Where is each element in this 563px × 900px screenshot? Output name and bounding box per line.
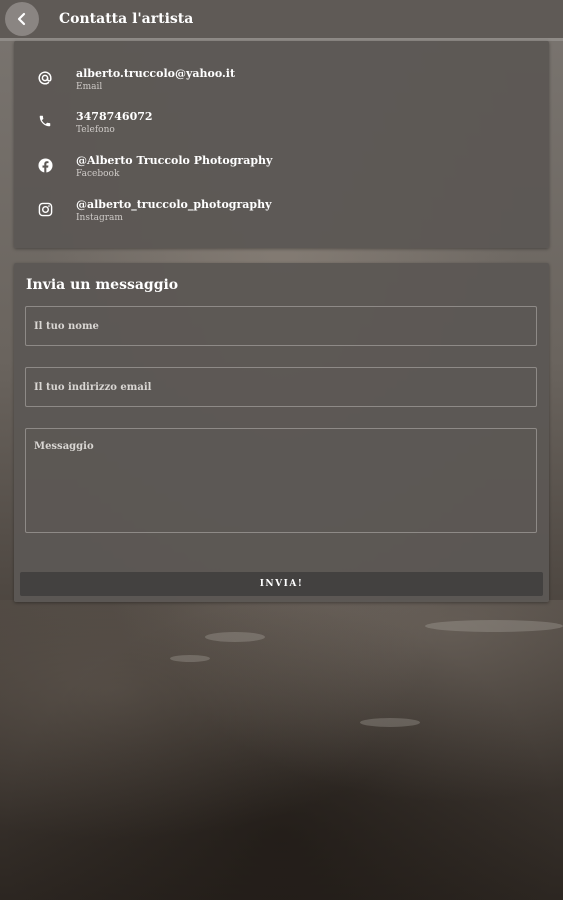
contact-label: Email	[76, 82, 103, 92]
background-snow-patch	[170, 655, 210, 662]
contact-label: Facebook	[76, 169, 120, 179]
contact-label: Telefono	[76, 125, 115, 135]
contact-info-card: alberto.truccolo@yahoo.it Email 34787460…	[14, 41, 549, 248]
instagram-icon	[36, 200, 54, 218]
chevron-left-icon	[17, 12, 26, 26]
contact-value: alberto.truccolo@yahoo.it	[76, 67, 236, 80]
contact-value: 3478746072	[76, 110, 153, 123]
email-input[interactable]	[25, 367, 537, 407]
send-button[interactable]: INVIA!	[20, 572, 543, 596]
page-title: Contatta l'artista	[59, 11, 194, 27]
contact-value: @alberto_truccolo_photography	[76, 198, 272, 211]
background-snow-patch	[360, 718, 420, 727]
contact-value: @Alberto Truccolo Photography	[76, 154, 273, 167]
app-bar: Contatta l'artista	[0, 0, 563, 41]
contact-item-phone[interactable]: 3478746072 Telefono	[14, 110, 549, 150]
contact-item-facebook[interactable]: @Alberto Truccolo Photography Facebook	[14, 154, 549, 194]
phone-icon	[36, 112, 54, 130]
form-title: Invia un messaggio	[26, 277, 179, 293]
message-form-card: Invia un messaggio INVIA!	[14, 263, 549, 602]
background-snow-patch	[425, 620, 563, 632]
contact-label: Instagram	[76, 213, 123, 223]
message-textarea[interactable]	[25, 428, 537, 533]
background-photo	[0, 600, 563, 900]
contact-item-instagram[interactable]: @alberto_truccolo_photography Instagram	[14, 198, 549, 238]
name-input[interactable]	[25, 306, 537, 346]
back-button[interactable]	[5, 2, 39, 36]
background-snow-patch	[205, 632, 265, 642]
facebook-icon	[36, 156, 54, 174]
contact-item-email[interactable]: alberto.truccolo@yahoo.it Email	[14, 67, 549, 107]
at-icon	[36, 69, 54, 87]
